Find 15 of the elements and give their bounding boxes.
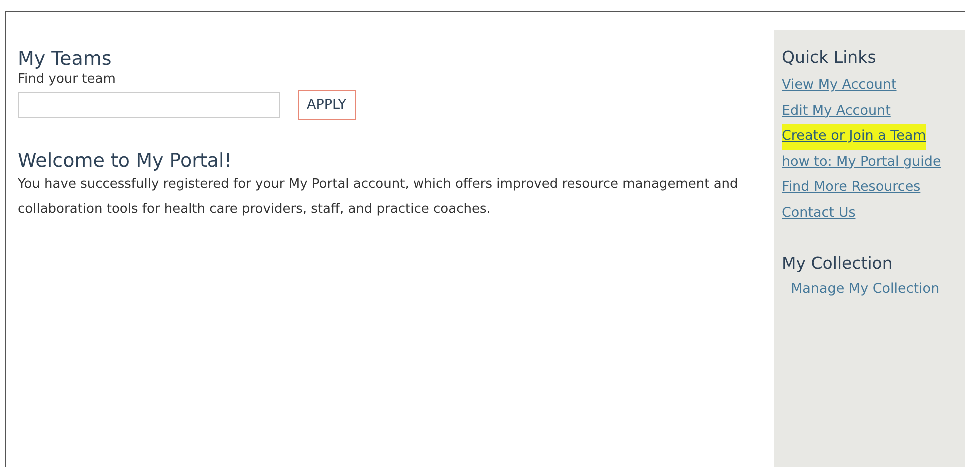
quick-link[interactable]: how to: My Portal guide — [782, 150, 942, 175]
quick-link[interactable]: Find More Resources — [782, 175, 921, 200]
quick-link[interactable]: Contact Us — [782, 200, 856, 226]
sidebar-heading: Quick Links — [782, 48, 876, 67]
collection-link[interactable]: Manage My Collection — [791, 281, 940, 297]
apply-button[interactable]: APPLY — [298, 90, 356, 120]
quick-link[interactable]: View My Account — [782, 73, 897, 98]
quick-link[interactable]: Create or Join a Team — [782, 124, 926, 150]
welcome-heading: Welcome to My Portal! — [18, 150, 233, 172]
section-heading: My Teams — [18, 48, 113, 70]
sidebar-heading: My Collection — [782, 254, 893, 273]
field-label: Find your team — [18, 72, 117, 87]
search-field[interactable] — [18, 92, 280, 118]
welcome-text: You have successfully registered for your My Portal account, which offers improved resource management and collaboration tools for health care providers, staff, and practice coaches. — [18, 176, 740, 219]
quick-link[interactable]: Edit My Account — [782, 98, 891, 124]
